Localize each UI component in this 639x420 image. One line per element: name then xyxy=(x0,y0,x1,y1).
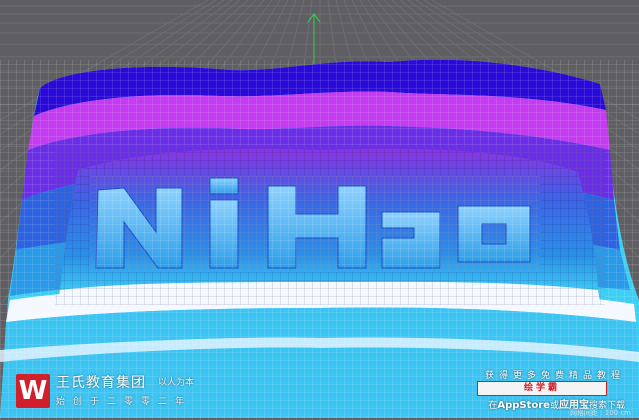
promo-download-line: 在AppStore或应用宝搜索下载 xyxy=(488,396,625,411)
brand-watermark: W 王氏教育集团 以人为本 始创于二零零二年 xyxy=(10,366,210,414)
3d-viewport[interactable]: 网格间距 : 100 cm xyxy=(0,0,639,420)
brand-logo: W xyxy=(16,374,50,408)
promo-mid: 或 xyxy=(549,401,559,411)
promo-store: AppStore xyxy=(497,400,550,411)
promo-suffix: 搜索下载 xyxy=(588,401,625,411)
brand-founded: 始创于二零零二年 xyxy=(56,397,193,407)
promo-app-badge: 绘学霸 xyxy=(477,381,607,396)
promo-prefix: 在 xyxy=(488,401,498,411)
voxel-scene xyxy=(0,0,639,420)
promo-headline: 获得更多免费精品教程 xyxy=(484,371,625,381)
promo-app: 应用宝 xyxy=(558,400,589,411)
promo-watermark: 获得更多免费精品教程 绘学霸 在AppStore或应用宝搜索下载 xyxy=(449,368,629,418)
brand-name: 王氏教育集团 xyxy=(56,375,146,391)
voxel-letter-grid xyxy=(90,176,540,272)
brand-slogan: 以人为本 xyxy=(158,378,195,388)
